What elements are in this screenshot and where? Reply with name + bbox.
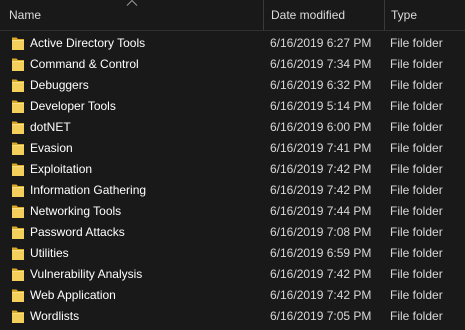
file-name: Web Application: [30, 288, 116, 302]
file-type: File folder: [390, 162, 443, 176]
folder-icon: [12, 121, 24, 134]
file-row[interactable]: Networking Tools 6/16/2019 7:44 PM File fo…: [0, 201, 465, 222]
column-header-name[interactable]: Name: [0, 0, 263, 30]
folder-icon: [12, 226, 24, 239]
sort-ascending-icon: [126, 0, 138, 6]
file-row[interactable]: dotNET 6/16/2019 6:00 PM File folder: [0, 117, 465, 138]
file-date-modified: 6/16/2019 7:44 PM: [270, 204, 372, 218]
file-name: Debuggers: [30, 78, 89, 92]
file-row[interactable]: Command & Control 6/16/2019 7:34 PM File f…: [0, 54, 465, 75]
folder-icon: [12, 79, 24, 92]
folder-icon: [12, 142, 24, 155]
folder-icon: [12, 310, 24, 323]
folder-icon: [12, 247, 24, 260]
file-row[interactable]: Information Gathering 6/16/2019 7:42 PM Fi…: [0, 180, 465, 201]
file-type: File folder: [390, 57, 443, 71]
file-name: Password Attacks: [30, 225, 125, 239]
file-type: File folder: [390, 267, 443, 281]
folder-icon: [12, 163, 24, 176]
file-row[interactable]: Password Attacks 6/16/2019 7:08 PM File fo…: [0, 222, 465, 243]
file-date-modified: 6/16/2019 7:08 PM: [270, 225, 372, 239]
file-row[interactable]: Vulnerability Analysis 6/16/2019 7:42 PM F…: [0, 264, 465, 285]
column-header-date-modified[interactable]: Date modified: [263, 0, 384, 30]
file-date-modified: 6/16/2019 7:34 PM: [270, 57, 372, 71]
file-date-modified: 6/16/2019 6:27 PM: [270, 36, 372, 50]
file-date-modified: 6/16/2019 5:14 PM: [270, 99, 372, 113]
folder-icon: [12, 289, 24, 302]
file-date-modified: 6/16/2019 6:59 PM: [270, 246, 372, 260]
file-type: File folder: [390, 309, 443, 323]
file-type: File folder: [390, 36, 443, 50]
file-type: File folder: [390, 246, 443, 260]
column-header-type-label: Type: [391, 8, 418, 22]
file-row[interactable]: Wordlists 6/16/2019 7:05 PM File folder: [0, 306, 465, 327]
file-row[interactable]: Exploitation 6/16/2019 7:42 PM File folder: [0, 159, 465, 180]
file-name: Utilities: [30, 246, 69, 260]
folder-icon: [12, 58, 24, 71]
file-type: File folder: [390, 204, 443, 218]
file-name: Evasion: [30, 141, 73, 155]
file-date-modified: 6/16/2019 7:42 PM: [270, 267, 372, 281]
file-name: Information Gathering: [30, 183, 147, 197]
file-date-modified: 6/16/2019 7:42 PM: [270, 162, 372, 176]
file-type: File folder: [390, 288, 443, 302]
file-name: Developer Tools: [30, 99, 116, 113]
folder-icon: [12, 37, 24, 50]
file-date-modified: 6/16/2019 7:42 PM: [270, 183, 372, 197]
file-type: File folder: [390, 141, 443, 155]
file-date-modified: 6/16/2019 6:32 PM: [270, 78, 372, 92]
file-row[interactable]: Developer Tools 6/16/2019 5:14 PM File fol…: [0, 96, 465, 117]
file-row[interactable]: Utilities 6/16/2019 6:59 PM File folder: [0, 243, 465, 264]
file-name: Networking Tools: [30, 204, 122, 218]
file-type: File folder: [390, 99, 443, 113]
file-row[interactable]: Evasion 6/16/2019 7:41 PM File folder: [0, 138, 465, 159]
file-type: File folder: [390, 78, 443, 92]
file-name: Vulnerability Analysis: [30, 267, 143, 281]
file-type: File folder: [390, 120, 443, 134]
file-row[interactable]: Debuggers 6/16/2019 6:32 PM File folder: [0, 75, 465, 96]
file-date-modified: 6/16/2019 7:41 PM: [270, 141, 372, 155]
file-type: File folder: [390, 183, 443, 197]
file-name: dotNET: [30, 120, 71, 134]
file-date-modified: 6/16/2019 6:00 PM: [270, 120, 372, 134]
column-header-bar: Name Date modified Type: [0, 0, 465, 31]
column-header-date-label: Date modified: [271, 8, 346, 22]
folder-icon: [12, 268, 24, 281]
file-type: File folder: [390, 225, 443, 239]
column-header-name-label: Name: [9, 8, 42, 22]
folder-icon: [12, 184, 24, 197]
file-name: Active Directory Tools: [30, 36, 146, 50]
file-date-modified: 6/16/2019 7:42 PM: [270, 288, 372, 302]
file-row[interactable]: Web Application 6/16/2019 7:42 PM File fol…: [0, 285, 465, 306]
file-name: Command & Control: [30, 57, 139, 71]
folder-icon: [12, 100, 24, 113]
column-header-type[interactable]: Type: [384, 0, 465, 30]
file-date-modified: 6/16/2019 7:05 PM: [270, 309, 372, 323]
file-row[interactable]: Active Directory Tools 6/16/2019 6:27 PM F…: [0, 33, 465, 54]
file-name: Exploitation: [30, 162, 93, 176]
folder-icon: [12, 205, 24, 218]
file-list: Active Directory Tools 6/16/2019 6:27 PM F…: [0, 33, 465, 327]
file-name: Wordlists: [30, 309, 80, 323]
